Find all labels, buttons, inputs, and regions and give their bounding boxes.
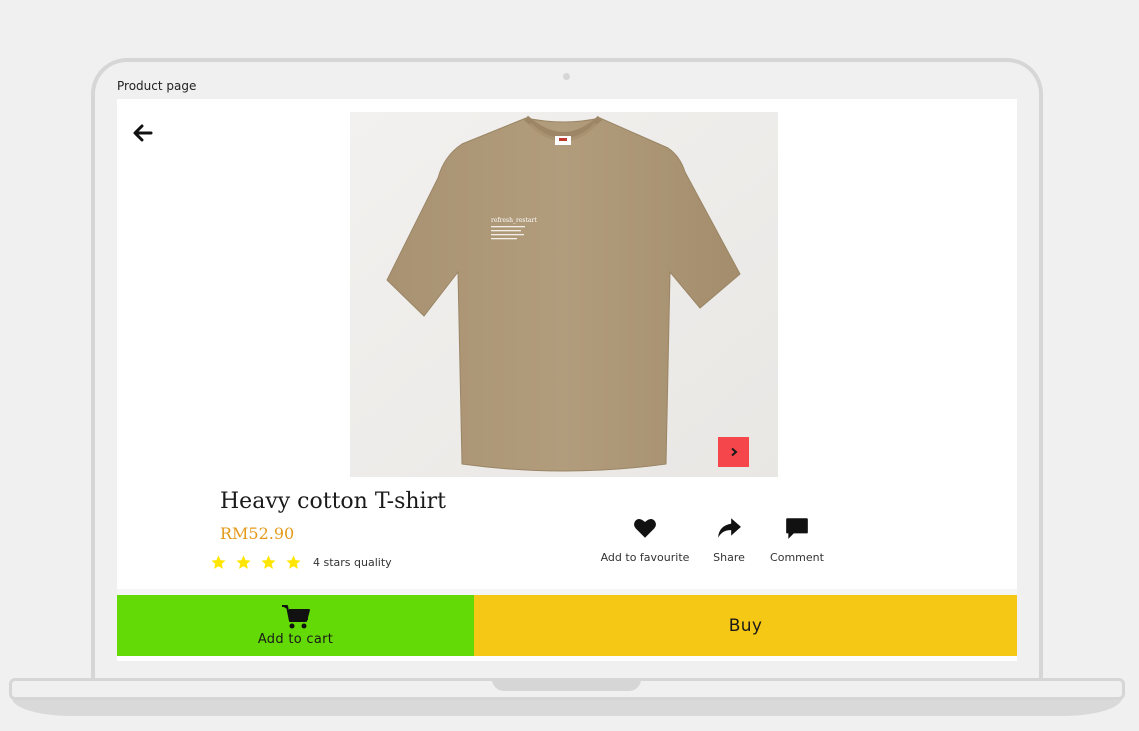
- product-image: refresh_restart: [350, 112, 778, 477]
- comment-button[interactable]: Comment: [769, 515, 825, 564]
- share-icon: [718, 518, 741, 538]
- heart-icon: [634, 519, 656, 538]
- product-screen: refresh_restart Heavy cotton T-shirt RM5…: [117, 99, 1017, 661]
- chevron-right-icon: [730, 447, 738, 457]
- add-to-favourite-button[interactable]: Add to favourite: [600, 515, 690, 564]
- laptop-foot: [12, 698, 1122, 716]
- arrow-left-icon: [133, 124, 153, 142]
- add-to-cart-label: Add to cart: [257, 632, 334, 647]
- share-label: Share: [713, 551, 745, 564]
- back-button[interactable]: [131, 121, 155, 145]
- tshirt-image: refresh_restart: [350, 112, 778, 477]
- camera-dot: [563, 73, 570, 80]
- next-image-button[interactable]: [718, 437, 749, 467]
- share-button[interactable]: Share: [709, 515, 749, 564]
- product-title: Heavy cotton T-shirt: [220, 489, 446, 514]
- buy-button[interactable]: Buy: [474, 595, 1017, 656]
- laptop-hinge-notch: [492, 678, 641, 691]
- product-actions: Add to favourite Share Comment: [117, 515, 1017, 575]
- frame-title: Product page: [117, 79, 197, 93]
- add-to-cart-button[interactable]: Add to cart: [117, 595, 474, 656]
- comment-icon: [786, 518, 808, 539]
- favourite-label: Add to favourite: [600, 551, 690, 564]
- cart-icon: [281, 605, 310, 629]
- tshirt-print-text: refresh_restart: [491, 217, 537, 224]
- comment-label: Comment: [770, 551, 824, 564]
